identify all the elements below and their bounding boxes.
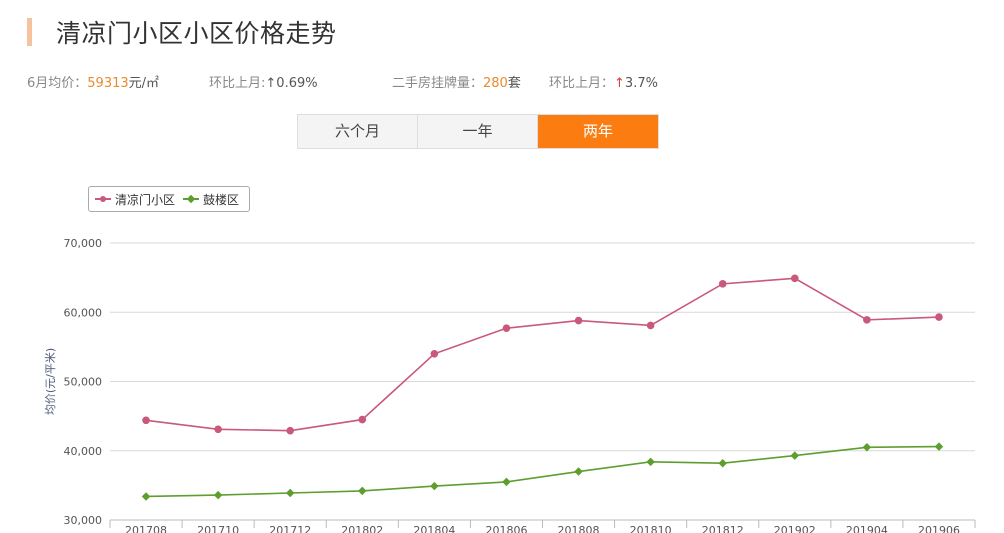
- data-point: [646, 457, 655, 467]
- data-point: [646, 321, 655, 330]
- data-point: [142, 416, 150, 425]
- data-point: [430, 350, 439, 358]
- data-point: [502, 477, 511, 487]
- price-trend-chart: 30,000 40,000 50,000 60,000 70,000 201708 2017…: [44, 237, 976, 533]
- x-tick-label: 201708: [125, 524, 167, 533]
- data-point: [286, 426, 295, 435]
- x-tick-label: 201810: [630, 524, 672, 533]
- x-tick-label: 201804: [413, 524, 455, 533]
- series-line: [146, 445, 939, 498]
- y-tick-label: 50,000: [64, 376, 103, 389]
- y-tick-label: 60,000: [64, 306, 103, 319]
- x-tick-label: 201712: [269, 524, 311, 533]
- y-tick-label: 40,000: [64, 445, 103, 458]
- data-point: [574, 316, 583, 325]
- data-point: [934, 442, 944, 451]
- data-point: [213, 490, 223, 500]
- data-point: [790, 274, 799, 283]
- x-tick-label: 201906: [918, 524, 960, 533]
- x-tick-label: 201812: [702, 524, 744, 533]
- data-point: [214, 425, 222, 434]
- x-tick-label: 201710: [197, 524, 239, 533]
- data-point: [430, 481, 439, 491]
- y-tick-label: 70,000: [64, 237, 103, 250]
- x-tick-label: 201904: [846, 524, 888, 533]
- data-point: [935, 313, 943, 321]
- y-axis-label: 均价(元/平米): [44, 348, 57, 415]
- x-tick-label: 201802: [341, 524, 383, 533]
- data-point: [718, 458, 727, 468]
- series-line: [145, 277, 939, 432]
- data-point: [863, 316, 871, 324]
- x-tick-label: 201806: [485, 524, 527, 533]
- data-point: [718, 280, 727, 288]
- x-tick-label: 201808: [558, 524, 600, 533]
- data-point: [285, 488, 295, 498]
- data-point: [141, 492, 151, 501]
- data-point: [358, 486, 367, 496]
- data-point: [358, 415, 367, 424]
- data-point: [790, 451, 800, 460]
- x-tick-label: 201902: [774, 524, 816, 533]
- y-tick-label: 30,000: [64, 514, 103, 527]
- data-point: [502, 324, 511, 332]
- data-point: [574, 467, 583, 476]
